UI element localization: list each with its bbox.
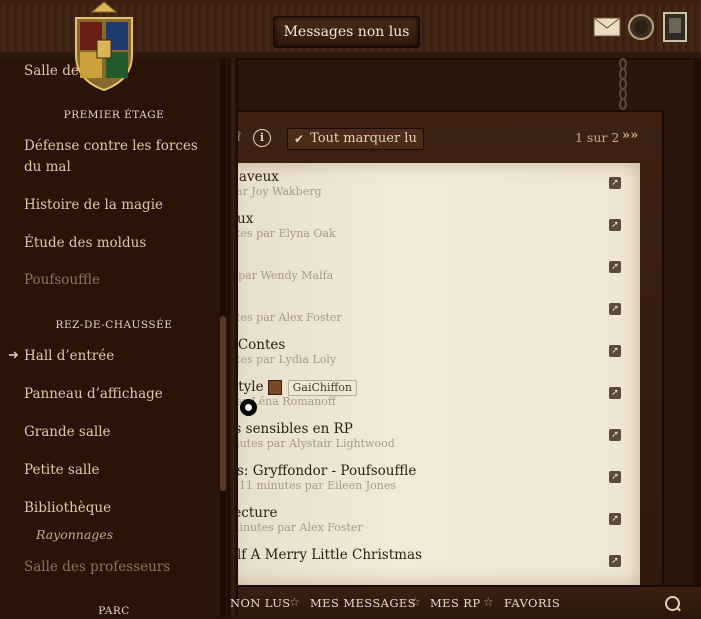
sidebar-section-ground-floor: REZ-DE-CHAUSSÉE	[55, 319, 173, 331]
topic-title[interactable]: es: Gryffondor - Poufsouffle	[229, 463, 416, 479]
topic-row[interactable]: Baveux par Joy Wakberg ➚	[229, 163, 640, 205]
hogwarts-crest-logo[interactable]	[66, 0, 142, 92]
topic-meta: par Joy Wakberg	[229, 185, 322, 198]
topic-row[interactable]: es: Gryffondor - Poufsouffle a 11 minute…	[229, 457, 640, 499]
sidebar-item-muggle-studies[interactable]: Étude des moldus	[24, 233, 209, 254]
topic-row[interactable]: Style GaiChiffon par Léna Romanoff ➚	[229, 373, 640, 415]
sidebar-item-staff-room[interactable]: Salle des professeurs	[24, 557, 209, 578]
chain-decoration	[617, 58, 629, 110]
sidebar-item-defense[interactable]: Défense contre les forces du mal	[24, 136, 209, 178]
go-to-last-post-icon[interactable]: ➚	[609, 471, 621, 483]
topic-meta: utes par Lydia Loly	[229, 353, 337, 366]
topic-row[interactable]: s utes par Alex Foster ➚	[229, 289, 640, 331]
sidebar-section-first-floor: PREMIER ÉTAGE	[63, 109, 165, 121]
sidebar-item-hufflepuff[interactable]: Poufsouffle	[24, 270, 209, 291]
topic-title[interactable]: ts sensibles en RP	[229, 421, 353, 437]
sidebar-section-park: PARC	[98, 605, 130, 617]
go-to-last-post-icon[interactable]: ➚	[609, 219, 621, 231]
sidebar-item-notice-board[interactable]: Panneau d’affichage	[24, 384, 209, 405]
book-icon	[267, 380, 282, 395]
topic-row[interactable]: elf A Merry Little Christmas ➚	[229, 541, 640, 583]
go-to-last-post-icon[interactable]: ➚	[609, 555, 621, 567]
sidebar-item-entrance-hall[interactable]: Hall d’entrée	[24, 346, 209, 367]
topic-meta: utes par Alex Foster	[229, 311, 342, 324]
mark-all-read-label: Tout marquer lu	[310, 131, 417, 146]
check-icon: ✔	[294, 132, 305, 146]
topic-list: Baveux par Joy Wakberg ➚ aux utes par El…	[229, 163, 640, 585]
arrow-right-icon: ➜	[8, 348, 19, 363]
topic-row[interactable]: ts sensibles en RP inutes par Alystair L…	[229, 415, 640, 457]
mark-all-read-button[interactable]: ✔ Tout marquer lu	[287, 128, 424, 150]
go-to-last-post-icon[interactable]: ➚	[609, 261, 621, 273]
topic-row[interactable]: - Contes utes par Lydia Loly ➚	[229, 331, 640, 373]
topic-title[interactable]: elf A Merry Little Christmas	[229, 547, 422, 563]
cursor-icon	[240, 399, 257, 416]
topic-row[interactable]: aux utes par Elyna Oak ➚	[229, 205, 640, 247]
sidebar-divider	[228, 58, 238, 617]
star-icon: ☆	[410, 595, 421, 609]
sidebar-item-great-hall[interactable]: Grande salle	[24, 422, 209, 443]
nav-favorites[interactable]: FAVORIS	[504, 596, 560, 610]
sidebar-scrollbar-thumb[interactable]	[220, 316, 226, 491]
go-to-last-post-icon[interactable]: ➚	[609, 387, 621, 399]
journal-icon[interactable]	[660, 12, 690, 42]
unread-messages-button[interactable]: Messages non lus	[273, 16, 420, 48]
topic-title[interactable]: Style GaiChiffon	[229, 379, 358, 396]
envelope-icon[interactable]	[592, 12, 622, 42]
pagination-label: 1 sur 2	[575, 130, 620, 145]
topic-meta: inutes par Alystair Lightwood	[229, 437, 395, 450]
topic-row[interactable]: s par Wendy Malfa ➚	[229, 247, 640, 289]
info-icon[interactable]: i	[253, 129, 271, 147]
go-to-last-post-icon[interactable]: ➚	[609, 177, 621, 189]
nav-my-messages[interactable]: MES MESSAGES	[310, 596, 416, 610]
star-icon: ☆	[289, 595, 300, 609]
go-to-last-post-icon[interactable]: ➚	[609, 345, 621, 357]
nav-unread[interactable]: NON LUS	[230, 596, 291, 610]
star-icon: ☆	[483, 595, 494, 609]
go-to-last-post-icon[interactable]: ➚	[609, 303, 621, 315]
topic-meta: utes par Elyna Oak	[229, 227, 336, 240]
nav-my-rp[interactable]: MES RP	[430, 596, 481, 610]
search-icon[interactable]	[665, 596, 680, 611]
topic-tag[interactable]: GaiChiffon	[287, 379, 358, 396]
sidebar-item-small-hall[interactable]: Petite salle	[24, 460, 209, 481]
sidebar-item-history[interactable]: Histoire de la magie	[24, 195, 209, 216]
topic-meta: a 11 minutes par Eileen Jones	[229, 479, 397, 492]
next-page-icon[interactable]: »»	[622, 128, 638, 143]
orb-icon[interactable]	[626, 12, 656, 42]
go-to-last-post-icon[interactable]: ➚	[609, 513, 621, 525]
sidebar: Salle de PREMIER ÉTAGE Défense contre le…	[0, 58, 228, 617]
right-frame	[694, 58, 701, 585]
topic-meta: s par Wendy Malfa	[229, 269, 334, 282]
sidebar-item-library[interactable]: Bibliothèque	[24, 498, 209, 519]
topic-meta: minutes par Alex Foster	[229, 521, 363, 534]
sidebar-subitem-shelves[interactable]: Rayonnages	[36, 527, 113, 542]
topic-row[interactable]: lecture minutes par Alex Foster ➚	[229, 499, 640, 541]
go-to-last-post-icon[interactable]: ➚	[609, 429, 621, 441]
